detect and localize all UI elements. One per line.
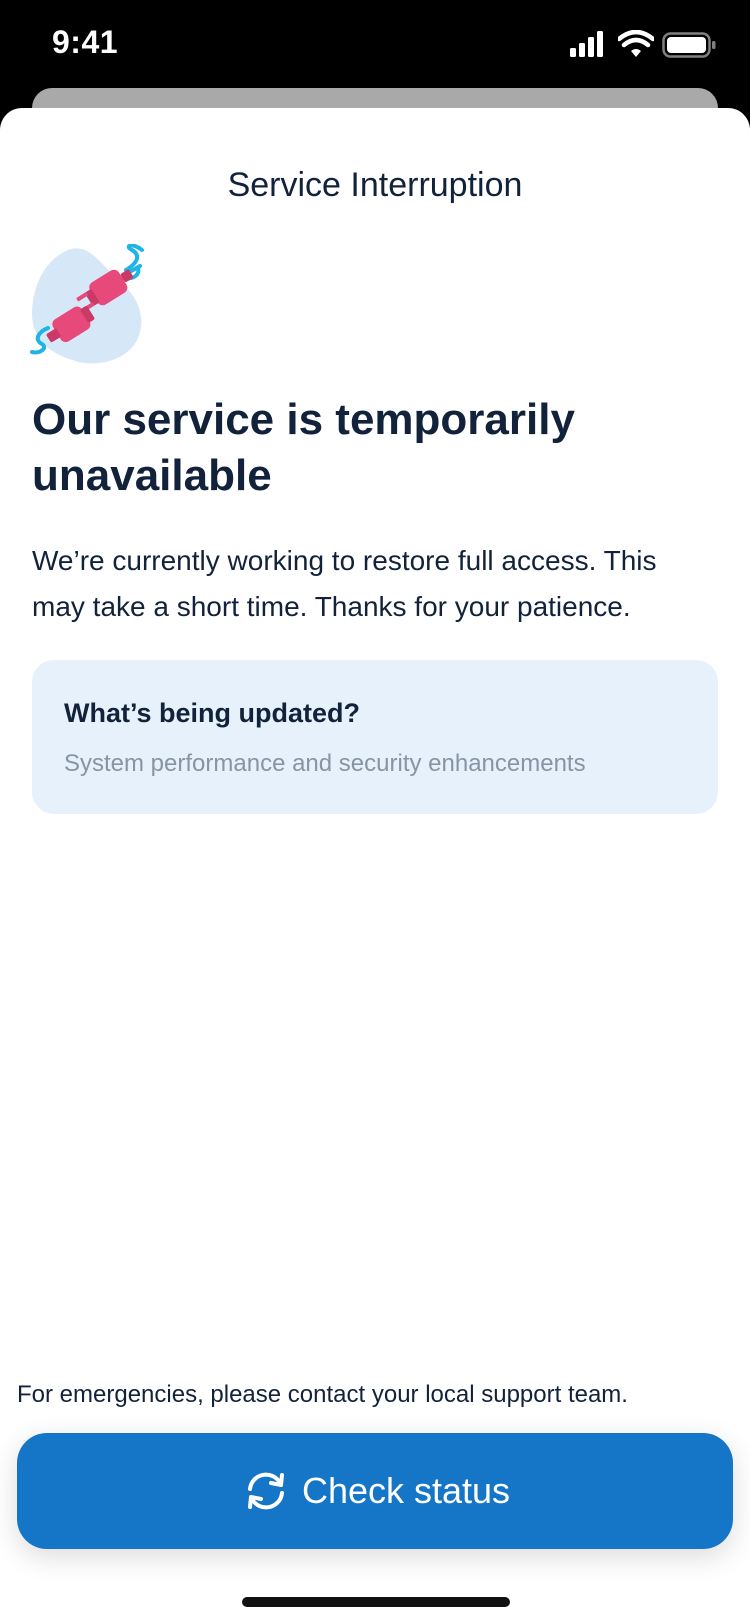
status-bar: 9:41 xyxy=(0,0,750,95)
page-headline: Our service is temporarily unavailable xyxy=(32,395,575,500)
unplugged-cable-icon xyxy=(28,243,150,366)
home-indicator xyxy=(242,1597,510,1607)
battery-icon xyxy=(662,32,716,58)
check-status-button[interactable]: Check status xyxy=(17,1433,733,1549)
refresh-icon xyxy=(240,1469,292,1513)
emergency-note: For emergencies, please contact your loc… xyxy=(17,1381,628,1408)
sheet-title: Service Interruption xyxy=(227,166,523,204)
wifi-icon xyxy=(618,30,654,57)
check-status-label: Check status xyxy=(301,1470,511,1511)
cellular-signal-icon xyxy=(570,31,603,57)
status-time: 9:41 xyxy=(52,24,119,60)
page-description: We’re currently working to restore full … xyxy=(32,545,657,622)
info-card: What’s being updated? System performance… xyxy=(32,660,718,814)
info-card-title: What’s being updated? xyxy=(64,698,360,728)
info-card-subtitle: System performance and security enhancem… xyxy=(64,750,586,777)
status-icons xyxy=(570,30,720,64)
